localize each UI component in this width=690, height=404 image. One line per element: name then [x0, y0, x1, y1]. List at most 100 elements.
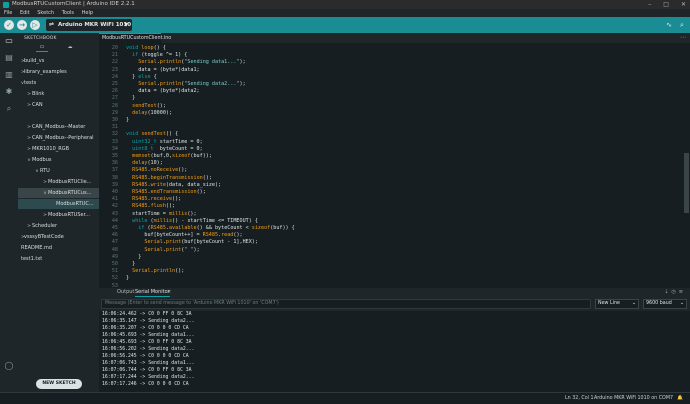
- scrollbar-thumb[interactable]: [684, 153, 689, 213]
- serial-monitor-icon[interactable]: ⌕: [677, 20, 687, 30]
- code-line[interactable]: 48 Serial.print(" ");: [99, 247, 659, 254]
- code-line[interactable]: 31: [99, 124, 659, 131]
- tree-item[interactable]: >MKR1010_RGB: [18, 144, 99, 154]
- code-line[interactable]: 21 if (toggle ^= 1) {: [99, 52, 659, 59]
- tree-item[interactable]: >Blink: [18, 89, 99, 99]
- tree-item[interactable]: >CAN: [18, 100, 99, 110]
- menu-file[interactable]: File: [4, 10, 12, 16]
- line-number: 49: [111, 253, 118, 260]
- code-line[interactable]: 49 }: [99, 254, 659, 261]
- menu-edit[interactable]: Edit: [20, 10, 30, 16]
- code-text: RS485.flush();: [132, 203, 176, 210]
- tree-item[interactable]: README.md: [18, 243, 99, 253]
- tree-item[interactable]: >Scheduler: [18, 221, 99, 231]
- code-line[interactable]: 36 delay(10);: [99, 160, 659, 167]
- code-line[interactable]: 26 data = (byte*)data2;: [99, 88, 659, 95]
- serial-line: 16:07:17.244 -> Sending data2...: [102, 375, 195, 380]
- code-text: RS485.receive();: [132, 196, 182, 203]
- code-line[interactable]: 34 uint8_t byteCount = 0;: [99, 146, 659, 153]
- serial-output[interactable]: 16:06:24.462 -> C0 0 FF 0 8C 3A 16:06:35…: [99, 311, 690, 392]
- code-line[interactable]: 28 sendTest();: [99, 103, 659, 110]
- tree-item[interactable]: >library_examples: [18, 67, 99, 77]
- code-line[interactable]: 47 Serial.print(buf[byteCount - 1],HEX);: [99, 239, 659, 246]
- code-line[interactable]: 45 if (RS485.available() && byteCount < …: [99, 225, 659, 232]
- clear-icon[interactable]: ≡: [679, 289, 686, 295]
- notification-icon[interactable]: 🔔: [677, 396, 686, 401]
- tree-item[interactable]: vtests: [18, 78, 99, 88]
- code-line[interactable]: 30}: [99, 117, 659, 124]
- tab-output[interactable]: Output: [117, 288, 134, 297]
- serial-plotter-icon[interactable]: ∿: [664, 20, 674, 30]
- cloud-sketchbook-icon[interactable]: ☁: [64, 44, 76, 52]
- tree-item[interactable]: >build_vs: [18, 56, 99, 66]
- code-line[interactable]: 23 data = (byte*)data1;: [99, 67, 659, 74]
- tree-item-selected-folder[interactable]: v ModbusRTUCus...: [18, 188, 99, 198]
- tree-item[interactable]: >ModbusRTUSer...: [18, 210, 99, 220]
- line-number: 20: [111, 45, 118, 51]
- serial-line: 16:06:35.207 -> C0 0 0 0 CD CA: [102, 326, 189, 331]
- new-sketch-button[interactable]: NEW SKETCH: [36, 379, 82, 389]
- code-line[interactable]: 44 while (millis() - startTime <= TIMEOU…: [99, 218, 659, 225]
- line-ending-select[interactable]: New Line ⌄: [595, 299, 639, 309]
- close-icon[interactable]: ✕: [681, 0, 686, 9]
- sketchbook-icon[interactable]: ▭: [4, 36, 14, 46]
- tree-item[interactable]: >CAN_Modbus--Peripheral: [18, 133, 99, 143]
- account-icon[interactable]: ◯: [4, 361, 14, 371]
- board-port-status[interactable]: Arduino MKR WiFi 1010 on COM7: [594, 393, 673, 404]
- code-line[interactable]: 20 void loop() {: [99, 45, 659, 52]
- code-text: uint32_t startTime = 0;: [132, 138, 203, 145]
- tree-item[interactable]: >ModbusRTUClie...: [18, 177, 99, 187]
- tree-item[interactable]: >CAN_Modbus--Master: [18, 122, 99, 132]
- maximize-icon[interactable]: □: [663, 0, 669, 9]
- code-line[interactable]: 46 buf[byteCount++] = RS485.read();: [99, 232, 659, 239]
- tree-item[interactable]: v RTU: [18, 166, 99, 176]
- menu-help[interactable]: Help: [82, 10, 93, 16]
- code-editor[interactable]: ModbusRTUCustomClient.ino ⋯ 20 void loop(…: [99, 33, 690, 289]
- code-line[interactable]: 29 delay(10000);: [99, 110, 659, 117]
- menu-sketch[interactable]: Sketch: [37, 10, 54, 16]
- code-line[interactable]: 38 RS485.beginTransmission();: [99, 175, 659, 182]
- editor-tab[interactable]: ModbusRTUCustomClient.ino: [99, 33, 171, 43]
- close-icon[interactable]: ✕: [167, 288, 171, 297]
- code-line[interactable]: 40 RS485.endTransmission();: [99, 189, 659, 196]
- scrollbar[interactable]: [680, 43, 690, 288]
- message-input[interactable]: Message (Enter to send message to 'Ardui…: [101, 299, 591, 309]
- line-number: 23: [111, 66, 118, 73]
- code-line[interactable]: 42 RS485.flush();: [99, 203, 659, 210]
- baud-select[interactable]: 9600 baud ⌄: [643, 299, 687, 309]
- code-line[interactable]: 39 RS485.write(data, data_size);: [99, 182, 659, 189]
- code-line[interactable]: 22 Serial.println("Sending data1...");: [99, 59, 659, 66]
- local-sketchbook-tab[interactable]: ▭: [36, 44, 48, 52]
- cursor-position[interactable]: Ln 32, Col 1: [565, 393, 594, 404]
- board-selector[interactable]: ⇌ Arduino MKR WiFi 1010 ▼: [46, 19, 132, 31]
- debug-button[interactable]: ▷: [30, 20, 40, 30]
- tree-item[interactable]: v Modbus: [18, 155, 99, 165]
- verify-button[interactable]: ✓: [4, 20, 14, 30]
- code-line[interactable]: 50 }: [99, 261, 659, 268]
- tree-item[interactable]: >vsssyBTestCode: [18, 232, 99, 242]
- library-manager-icon[interactable]: ▥: [4, 70, 14, 80]
- code-line[interactable]: 32 void sendTest() {: [99, 131, 659, 138]
- code-line[interactable]: 37 RS485.noReceive();: [99, 167, 659, 174]
- code-line[interactable]: 35 memset(buf,0,sizeof(buf));: [99, 153, 659, 160]
- code-line[interactable]: 52}: [99, 275, 659, 282]
- line-number: 51: [111, 268, 118, 275]
- code-line[interactable]: 41 RS485.receive();: [99, 196, 659, 203]
- search-icon[interactable]: ⌕: [4, 104, 14, 114]
- tree-item-selected-file[interactable]: ModbusRTUC...: [18, 199, 99, 209]
- timestamp-icon[interactable]: ◷: [671, 289, 678, 295]
- upload-button[interactable]: →: [17, 20, 27, 30]
- code-line[interactable]: 43 startTime = millis();: [99, 211, 659, 218]
- code-line[interactable]: 24 } else {: [99, 74, 659, 81]
- debug-icon[interactable]: ✱: [4, 87, 14, 97]
- tab-serial-monitor[interactable]: Serial Monitor: [135, 288, 170, 297]
- code-line[interactable]: 51 Serial.println();: [99, 268, 659, 275]
- code-line[interactable]: 33 uint32_t startTime = 0;: [99, 139, 659, 146]
- boards-manager-icon[interactable]: ▤: [4, 53, 14, 63]
- code-line[interactable]: 25 Serial.println("Sending data2...");: [99, 81, 659, 88]
- more-icon[interactable]: ⋯: [680, 33, 686, 43]
- tree-item[interactable]: test1.txt: [18, 254, 99, 264]
- minimize-icon[interactable]: –: [648, 0, 651, 9]
- menu-tools[interactable]: Tools: [62, 10, 74, 16]
- code-line[interactable]: 27 }: [99, 95, 659, 102]
